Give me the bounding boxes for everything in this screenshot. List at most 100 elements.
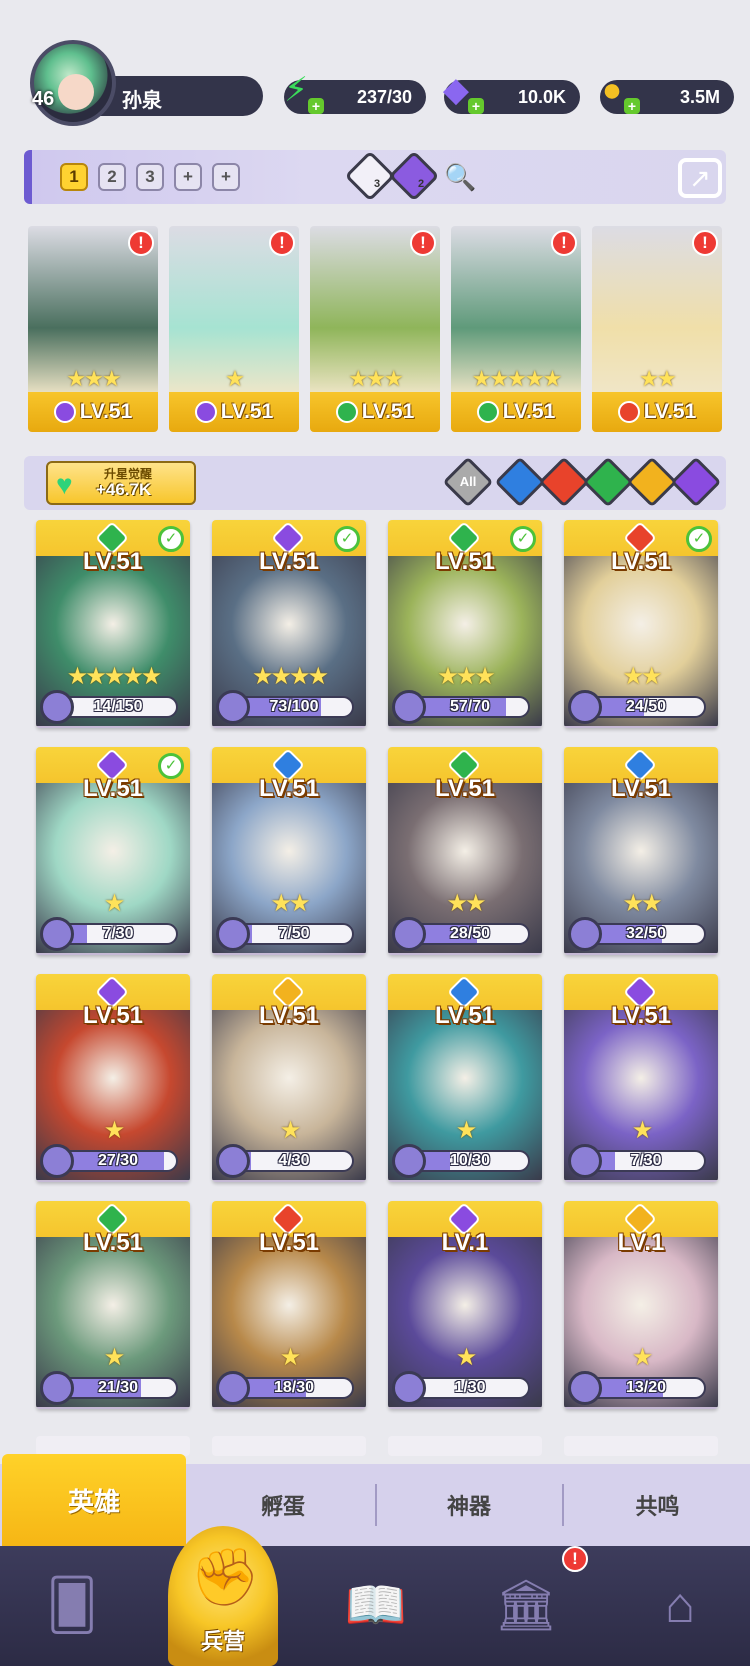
- hero-card[interactable]: LV.51 ★★ 7/50: [212, 747, 366, 955]
- temple-icon[interactable]: 🏛: [476, 1560, 576, 1650]
- shard-icon: [568, 917, 602, 951]
- add-icon[interactable]: +: [468, 98, 484, 114]
- hero-stars: ★★★★★: [471, 366, 563, 391]
- hero-stars: ★★★: [348, 366, 403, 391]
- hero-stars: ★★: [622, 890, 662, 917]
- team-hero-card[interactable]: ★★ LV.51!: [592, 226, 722, 432]
- hero-stars: ★: [225, 366, 245, 391]
- shard-icon: [392, 917, 426, 951]
- hero-card[interactable]: LV.51 ★ 7/30 ✓: [36, 747, 190, 955]
- hero-card[interactable]: LV.51 ★★ 32/50: [564, 747, 718, 955]
- team-hero-card[interactable]: ★★★★★ LV.51!: [451, 226, 581, 432]
- player-avatar[interactable]: [30, 40, 116, 126]
- shard-progress-bar: 27/30: [58, 1150, 178, 1172]
- nature-element-icon[interactable]: [582, 456, 634, 508]
- hero-level: LV.51: [258, 1229, 320, 1256]
- hero-level-bar: LV.51: [28, 392, 158, 432]
- hero-stars: ★★★: [437, 663, 496, 690]
- resource-2[interactable]: ● +3.5M: [600, 71, 734, 114]
- add-icon[interactable]: +: [308, 98, 324, 114]
- team-tab-1[interactable]: 1: [60, 163, 88, 191]
- hero-card[interactable]: LV.51 ★ 21/30: [36, 1201, 190, 1409]
- shard-progress-bar: 10/30: [410, 1150, 530, 1172]
- team-tab-5[interactable]: +: [212, 163, 240, 191]
- shard-progress-bar: 4/30: [234, 1150, 354, 1172]
- nav-barracks[interactable]: ✊ 兵营: [168, 1526, 278, 1666]
- alert-badge: !: [128, 230, 154, 256]
- light-element-icon[interactable]: [626, 456, 678, 508]
- hero-card[interactable]: LV.51 ★★ 28/50: [388, 747, 542, 955]
- filter-all-button[interactable]: All: [442, 456, 494, 508]
- map-book-icon[interactable]: 📖: [326, 1560, 426, 1650]
- shard-progress-text: 57/70: [449, 698, 491, 715]
- hero-level: LV.51: [82, 775, 144, 802]
- team-hero-card[interactable]: ★★★ LV.51!: [28, 226, 158, 432]
- resource-0[interactable]: ⚡ +237/30: [284, 71, 426, 114]
- water-element-icon[interactable]: [494, 456, 546, 508]
- tab-artifact[interactable]: 神器: [378, 1464, 560, 1546]
- fist-icon: ✊: [190, 1545, 260, 1608]
- hero-stars: ★: [103, 1344, 126, 1371]
- shard-progress-text: 13/20: [625, 1379, 667, 1396]
- tab-divider: [375, 1484, 377, 1526]
- shard-progress-bar: 7/30: [58, 923, 178, 945]
- hero-card[interactable]: LV.1 ★ 1/30: [388, 1201, 542, 1409]
- dark-element-icon[interactable]: [670, 456, 722, 508]
- team-hero-card[interactable]: ★ LV.51!: [169, 226, 299, 432]
- hero-level: LV.51: [258, 548, 320, 575]
- hero-stars: ★: [455, 1117, 478, 1144]
- hero-stars: ★★: [270, 890, 310, 917]
- shard-progress-text: 27/30: [97, 1152, 139, 1169]
- hero-level: LV.51: [82, 1002, 144, 1029]
- hero-card[interactable]: LV.51 ★★★★★ 14/150 ✓: [36, 520, 190, 728]
- fire-element-icon: [617, 401, 640, 423]
- alert-badge: !: [692, 230, 718, 256]
- team-tab-2[interactable]: 2: [98, 163, 126, 191]
- shard-progress-text: 14/150: [93, 698, 143, 715]
- team-tab-3[interactable]: 3: [136, 163, 164, 191]
- purple-crystal-icon[interactable]: [388, 150, 440, 202]
- check-icon: ✓: [158, 753, 184, 779]
- hero-card[interactable]: LV.51 ★ 27/30: [36, 974, 190, 1182]
- hero-card[interactable]: LV.51 ★ 10/30: [388, 974, 542, 1182]
- fire-element-icon[interactable]: [538, 456, 590, 508]
- resource-value: 3.5M: [679, 86, 720, 107]
- tab-resonance[interactable]: 共鸣: [565, 1464, 750, 1546]
- cards-icon[interactable]: 🂠: [22, 1560, 122, 1650]
- awaken-value: +46.7K: [96, 480, 152, 499]
- team-tab-4[interactable]: +: [174, 163, 202, 191]
- shard-icon: [40, 1371, 74, 1405]
- star-awaken-button[interactable]: ♥ 升星觉醒 +46.7K: [46, 461, 196, 505]
- hero-level: LV.51: [610, 1002, 672, 1029]
- team-hero-card[interactable]: ★★★ LV.51!: [310, 226, 440, 432]
- hero-card[interactable]: LV.51 ★ 4/30: [212, 974, 366, 1182]
- hero-stars: ★★: [622, 663, 662, 690]
- shard-progress-text: 21/30: [97, 1379, 139, 1396]
- dark-element-icon: [53, 401, 76, 423]
- white-crystal-icon[interactable]: [344, 150, 396, 202]
- hero-card[interactable]: LV.1 ★ 13/20: [564, 1201, 718, 1409]
- shard-progress-bar: 24/50: [586, 696, 706, 718]
- hero-level: LV.51: [643, 400, 697, 423]
- check-icon: ✓: [158, 526, 184, 552]
- shard-progress-text: 73/100: [269, 698, 319, 715]
- mushroom-house-icon[interactable]: ⌂: [630, 1560, 730, 1650]
- hero-card[interactable]: LV.51 ★ 18/30: [212, 1201, 366, 1409]
- alert-badge: !: [551, 230, 577, 256]
- hero-card[interactable]: LV.51 ★★ 24/50 ✓: [564, 520, 718, 728]
- share-icon[interactable]: ↗: [678, 158, 722, 198]
- shard-icon: [392, 1144, 426, 1178]
- hero-level: LV.51: [610, 775, 672, 802]
- add-icon[interactable]: +: [624, 98, 640, 114]
- tab-hero[interactable]: 英雄: [2, 1454, 186, 1546]
- search-icon[interactable]: 🔍: [444, 162, 476, 193]
- shard-progress-bar: 28/50: [410, 923, 530, 945]
- shard-progress-bar: 7/30: [586, 1150, 706, 1172]
- hero-card[interactable]: LV.51 ★ 7/30: [564, 974, 718, 1182]
- hero-card[interactable]: LV.51 ★★★ 57/70 ✓: [388, 520, 542, 728]
- resource-value: 10.0K: [517, 86, 566, 107]
- alert-badge: !: [562, 1546, 588, 1572]
- hero-level: LV.51: [79, 400, 133, 423]
- resource-1[interactable]: ◆ +10.0K: [443, 71, 580, 114]
- hero-card[interactable]: LV.51 ★★★★ 73/100 ✓: [212, 520, 366, 728]
